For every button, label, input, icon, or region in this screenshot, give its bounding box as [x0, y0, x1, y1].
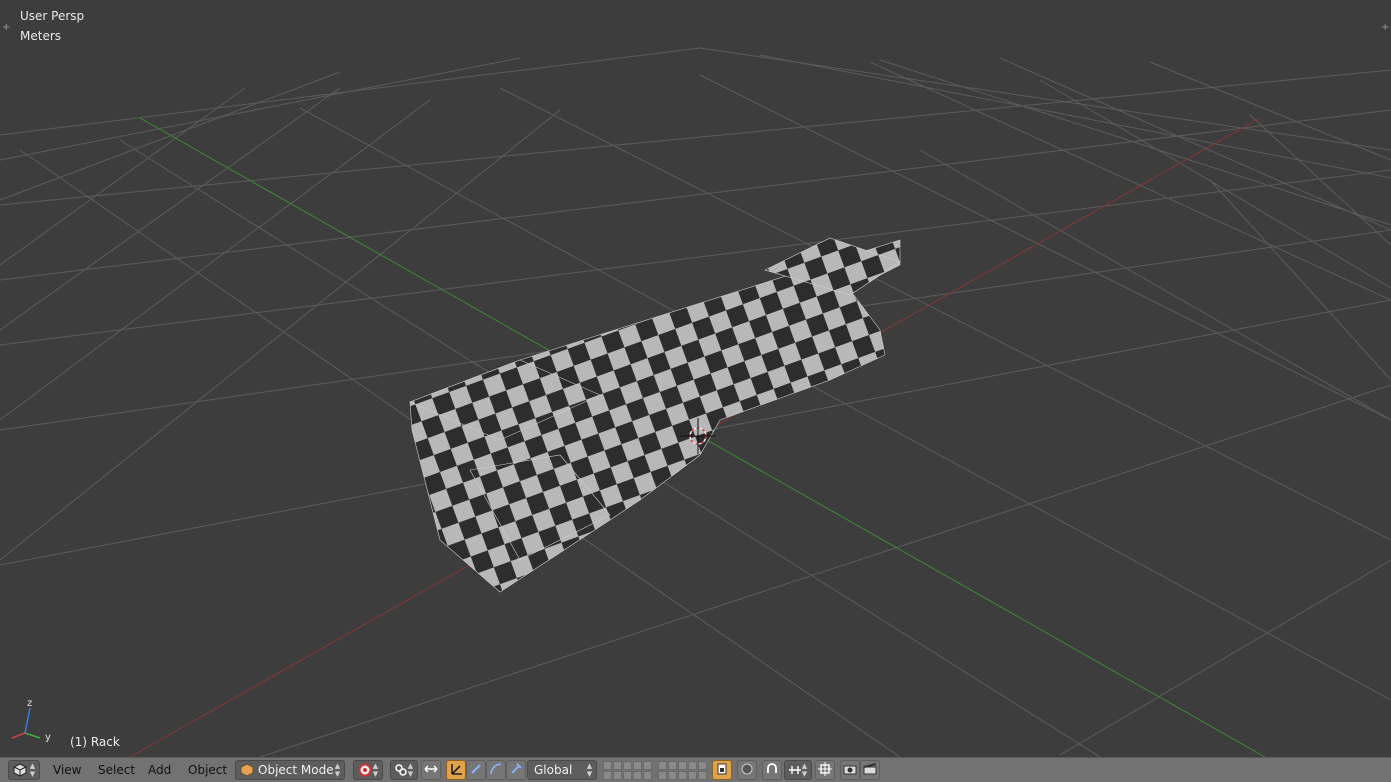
snap-target-button[interactable]	[815, 760, 835, 780]
editor-type-selector[interactable]: ▲ ▼	[8, 760, 40, 780]
snap-target-icon	[818, 761, 832, 779]
layer-button[interactable]	[633, 761, 642, 770]
layer-button[interactable]	[658, 761, 667, 770]
render-animation-button[interactable]	[860, 760, 880, 780]
view-name-label: User Persp	[20, 9, 85, 23]
scale-manipulator-button[interactable]	[506, 760, 526, 780]
viewport-shading-selector[interactable]: ▲ ▼	[353, 760, 383, 780]
dropdown-arrows-icon: ▲ ▼	[334, 762, 341, 778]
layer-buttons-group-1[interactable]	[603, 761, 652, 780]
render-still-button[interactable]	[840, 760, 860, 780]
proportional-edit-button[interactable]	[737, 760, 757, 780]
translate-manipulator-icon	[449, 762, 463, 779]
dropdown-arrows-icon: ▲ ▼	[29, 762, 36, 778]
dropdown-arrows-icon: ▲ ▼	[372, 762, 379, 778]
orientation-label: Global	[534, 763, 573, 777]
dropdown-arrows-icon: ▲ ▼	[801, 762, 808, 778]
axis-gizmo: z y	[11, 698, 51, 743]
layer-button[interactable]	[643, 771, 652, 780]
gizmo-z-label: z	[27, 698, 32, 709]
view-menu[interactable]: View	[53, 763, 81, 777]
pivot-point-icon	[394, 763, 408, 782]
3d-view-cube-icon	[13, 763, 27, 782]
select-menu[interactable]: Select	[98, 763, 135, 777]
layer-button[interactable]	[613, 761, 622, 770]
gizmo-y-label: y	[45, 732, 51, 743]
layer-button[interactable]	[698, 771, 707, 780]
transform-orientation-selector[interactable]: Global ▲ ▼	[527, 760, 597, 780]
rack-mesh[interactable]	[409, 237, 901, 593]
add-menu[interactable]: Add	[148, 763, 171, 777]
lock-camera-layers-button[interactable]	[712, 760, 732, 780]
layer-button[interactable]	[658, 771, 667, 780]
units-label: Meters	[20, 29, 62, 43]
layer-button[interactable]	[688, 761, 697, 770]
area-split-widget-right[interactable]: +	[1381, 22, 1389, 34]
manipulator-toggle-button[interactable]	[421, 760, 441, 780]
mode-label: Object Mode	[258, 763, 334, 777]
layer-button[interactable]	[623, 761, 632, 770]
viewport-scene[interactable]: z y	[0, 0, 1391, 757]
object-mode-icon	[240, 763, 254, 782]
render-still-icon	[843, 762, 857, 779]
layer-button[interactable]	[633, 771, 642, 780]
layer-button[interactable]	[603, 771, 612, 780]
layer-button[interactable]	[678, 771, 687, 780]
proportional-edit-icon	[740, 762, 754, 779]
layer-button[interactable]	[603, 761, 612, 770]
snap-toggle-button[interactable]	[762, 760, 782, 780]
area-split-widget-left[interactable]: +	[2, 22, 10, 34]
layer-button[interactable]	[668, 761, 677, 770]
layer-button[interactable]	[688, 771, 697, 780]
rotate-manipulator-icon	[469, 762, 483, 779]
viewport-shading-icon	[358, 763, 372, 782]
mode-selector[interactable]: Object Mode ▲ ▼	[235, 760, 345, 780]
dropdown-arrows-icon: ▲ ▼	[586, 762, 593, 778]
dropdown-arrows-icon: ▲ ▼	[407, 762, 414, 778]
layer-button[interactable]	[698, 761, 707, 770]
3d-view-header: ▲ ▼ View Select Add Object Object Mode ▲ ▼…	[0, 757, 1391, 782]
3d-viewport[interactable]: z y + + User Persp Meters (1) Rack	[0, 0, 1391, 757]
object-menu[interactable]: Object	[188, 763, 227, 777]
lock-camera-layers-icon	[715, 762, 729, 779]
scale-manipulator-icon	[509, 762, 523, 779]
rotate-arc-button[interactable]	[486, 760, 506, 780]
rotate-arc-icon	[489, 762, 503, 779]
render-animation-icon	[863, 762, 877, 779]
pivot-point-selector[interactable]: ▲ ▼	[390, 760, 418, 780]
layer-button[interactable]	[668, 771, 677, 780]
translate-manipulator-button[interactable]	[446, 760, 466, 780]
active-object-label: (1) Rack	[70, 735, 120, 749]
layer-button[interactable]	[613, 771, 622, 780]
manipulator-toggle-icon	[424, 762, 438, 779]
layer-buttons-group-2[interactable]	[658, 761, 707, 780]
layer-button[interactable]	[643, 761, 652, 770]
snap-element-selector[interactable]: ▲ ▼	[784, 760, 812, 780]
layer-button[interactable]	[623, 771, 632, 780]
snap-toggle-icon	[765, 762, 779, 779]
snap-element-icon	[788, 763, 802, 782]
rotate-manipulator-button[interactable]	[466, 760, 486, 780]
layer-button[interactable]	[678, 761, 687, 770]
